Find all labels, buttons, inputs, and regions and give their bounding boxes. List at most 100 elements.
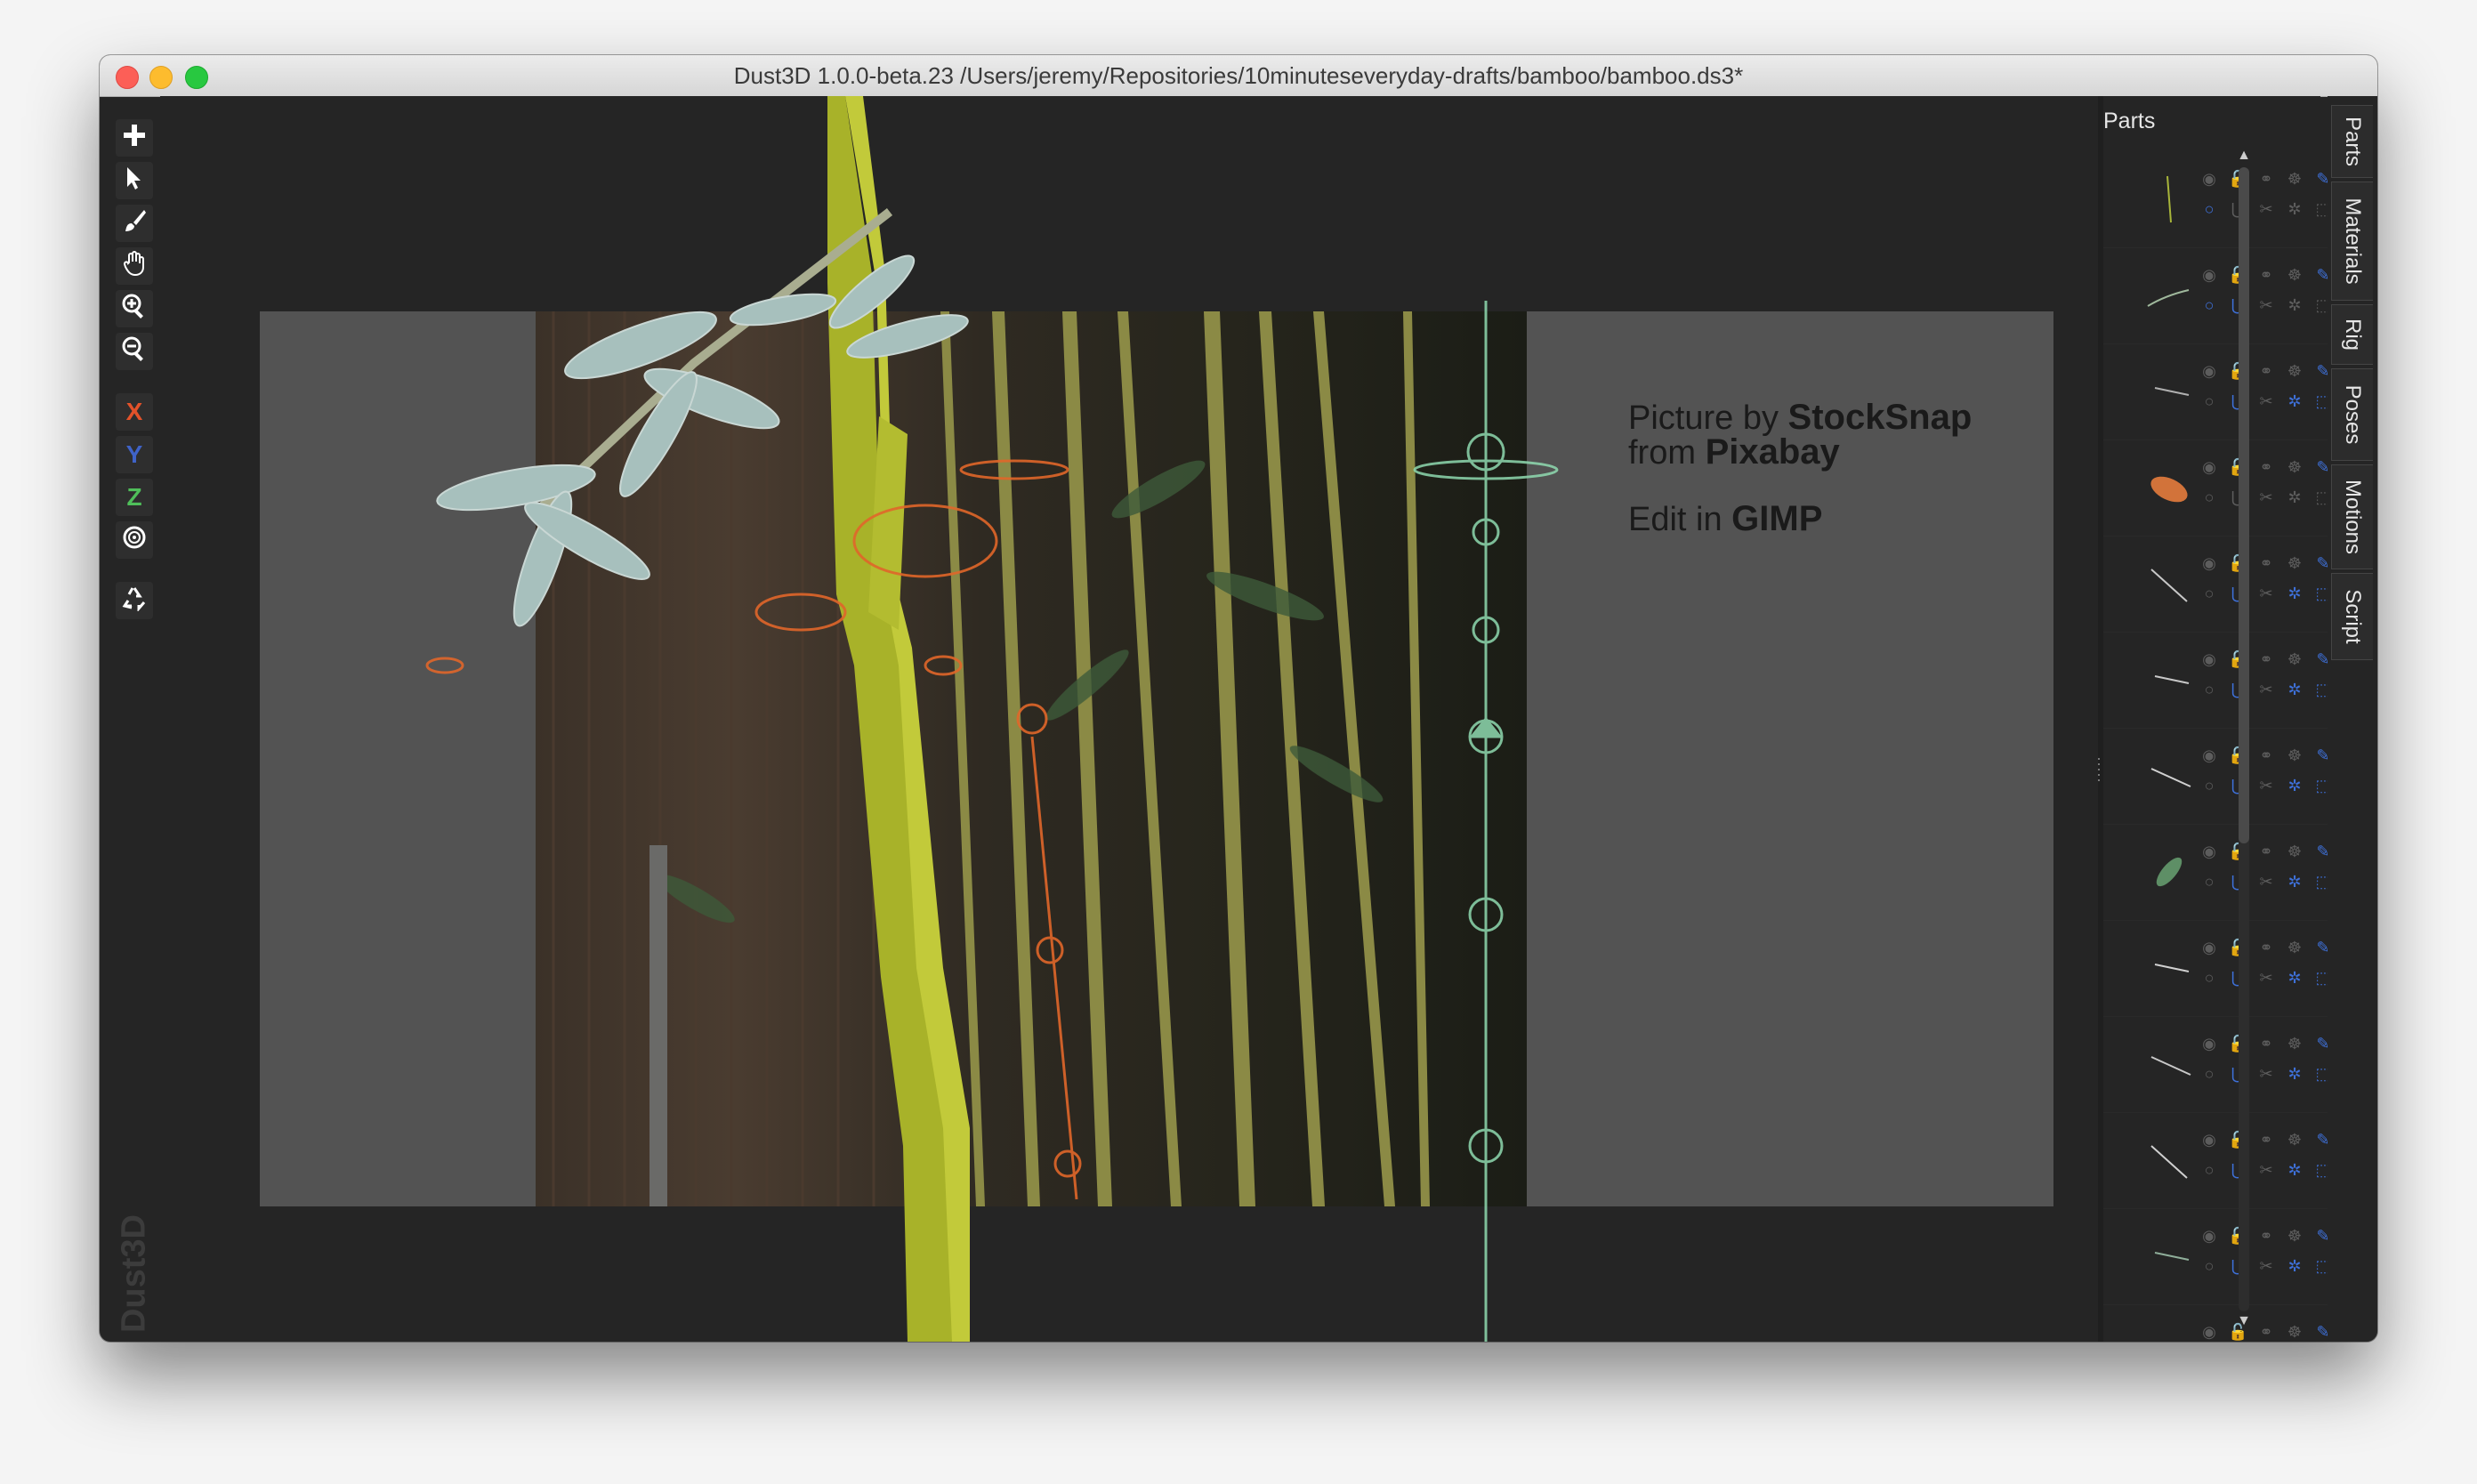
xmirror-circle-icon[interactable]: ○ <box>2199 1256 2219 1276</box>
deform-icon[interactable]: ☸ <box>2285 361 2304 381</box>
visibility-eye-icon[interactable]: ◉ <box>2199 938 2219 957</box>
rotate-gear-icon[interactable]: ✲ <box>2285 1256 2304 1276</box>
disable-scissors-icon[interactable]: ✂ <box>2256 776 2276 795</box>
rotate-gear-icon[interactable]: ✲ <box>2285 391 2304 411</box>
link-icon[interactable]: ⚭ <box>2256 649 2276 669</box>
xmirror-circle-icon[interactable]: ○ <box>2199 776 2219 795</box>
zoom-out-tool-button[interactable] <box>116 333 153 370</box>
xmirror-circle-icon[interactable]: ○ <box>2199 1160 2219 1180</box>
deform-icon[interactable]: ☸ <box>2285 746 2304 765</box>
link-icon[interactable]: ⚭ <box>2256 1130 2276 1149</box>
part-thumbnail <box>2139 1313 2199 1342</box>
deform-icon[interactable]: ☸ <box>2285 842 2304 861</box>
deform-icon[interactable]: ☸ <box>2285 553 2304 573</box>
disable-scissors-icon[interactable]: ✂ <box>2256 1064 2276 1084</box>
link-icon[interactable]: ⚭ <box>2256 361 2276 381</box>
zoom-in-tool-button[interactable] <box>116 290 153 327</box>
axis-z-toggle[interactable]: Z <box>116 479 153 516</box>
scroll-down-arrow-icon[interactable]: ▼ <box>2235 1313 2253 1329</box>
parts-scrollbar[interactable]: ▲ ▼ <box>2235 148 2253 1331</box>
xmirror-circle-icon[interactable]: ○ <box>2199 488 2219 507</box>
disable-scissors-icon[interactable]: ✂ <box>2256 680 2276 699</box>
scroll-up-arrow-icon[interactable]: ▲ <box>2235 148 2253 164</box>
disable-scissors-icon[interactable]: ✂ <box>2256 199 2276 219</box>
xmirror-circle-icon[interactable]: ○ <box>2199 295 2219 315</box>
rotate-gear-icon[interactable]: ✲ <box>2285 199 2304 219</box>
tab-script[interactable]: Script <box>2331 573 2373 660</box>
deform-icon[interactable]: ☸ <box>2285 457 2304 477</box>
drag-tool-button[interactable] <box>116 247 153 285</box>
tab-rig[interactable]: Rig <box>2331 304 2373 365</box>
rotate-gear-icon[interactable]: ✲ <box>2285 968 2304 988</box>
disable-scissors-icon[interactable]: ✂ <box>2256 391 2276 411</box>
part-thumbnail <box>2154 964 2190 972</box>
select-tool-button[interactable] <box>116 162 153 199</box>
xmirror-circle-icon[interactable]: ○ <box>2199 1064 2219 1084</box>
xmirror-circle-icon[interactable]: ○ <box>2199 872 2219 891</box>
deform-icon[interactable]: ☸ <box>2285 1322 2304 1342</box>
link-icon[interactable]: ⚭ <box>2256 457 2276 477</box>
tab-materials[interactable]: Materials <box>2331 181 2373 301</box>
link-icon[interactable]: ⚭ <box>2256 265 2276 285</box>
deform-icon[interactable]: ☸ <box>2285 1130 2304 1149</box>
regenerate-button[interactable] <box>116 582 153 619</box>
rotate-gear-icon[interactable]: ✲ <box>2285 295 2304 315</box>
visibility-eye-icon[interactable]: ◉ <box>2199 1226 2219 1246</box>
visibility-eye-icon[interactable]: ◉ <box>2199 746 2219 765</box>
add-tool-button[interactable] <box>116 119 153 157</box>
xmirror-circle-icon[interactable]: ○ <box>2199 391 2219 411</box>
rotate-gear-icon[interactable]: ✲ <box>2285 488 2304 507</box>
xmirror-circle-icon[interactable]: ○ <box>2199 680 2219 699</box>
visibility-eye-icon[interactable]: ◉ <box>2199 1130 2219 1149</box>
tab-parts[interactable]: Parts <box>2331 105 2373 178</box>
rotate-gear-icon[interactable]: ✲ <box>2285 1160 2304 1180</box>
visibility-eye-icon[interactable]: ◉ <box>2199 649 2219 669</box>
visibility-eye-icon[interactable]: ◉ <box>2199 842 2219 861</box>
radial-mode-button[interactable] <box>116 521 153 559</box>
rotate-gear-icon[interactable]: ✲ <box>2285 872 2304 891</box>
visibility-eye-icon[interactable]: ◉ <box>2199 553 2219 573</box>
deform-icon[interactable]: ☸ <box>2285 1226 2304 1246</box>
visibility-eye-icon[interactable]: ◉ <box>2199 265 2219 285</box>
deform-icon[interactable]: ☸ <box>2285 938 2304 957</box>
disable-scissors-icon[interactable]: ✂ <box>2256 872 2276 891</box>
xmirror-circle-icon[interactable]: ○ <box>2199 584 2219 603</box>
disable-scissors-icon[interactable]: ✂ <box>2256 1160 2276 1180</box>
scroll-thumb[interactable] <box>2239 167 2249 843</box>
axis-x-toggle[interactable]: X <box>116 393 153 431</box>
model-viewport[interactable]: Picture by StockSnap from Pixabay Edit i… <box>160 96 2098 1342</box>
visibility-eye-icon[interactable]: ◉ <box>2199 1322 2219 1342</box>
link-icon[interactable]: ⚭ <box>2256 938 2276 957</box>
deform-icon[interactable]: ☸ <box>2285 265 2304 285</box>
disable-scissors-icon[interactable]: ✂ <box>2256 488 2276 507</box>
link-icon[interactable]: ⚭ <box>2256 746 2276 765</box>
tab-poses[interactable]: Poses <box>2331 368 2373 461</box>
rotate-gear-icon[interactable]: ✲ <box>2285 776 2304 795</box>
link-icon[interactable]: ⚭ <box>2256 169 2276 189</box>
title-bar[interactable]: Dust3D 1.0.0-beta.23 /Users/jeremy/Repos… <box>100 55 2377 97</box>
link-icon[interactable]: ⚭ <box>2256 1226 2276 1246</box>
disable-scissors-icon[interactable]: ✂ <box>2256 968 2276 988</box>
disable-scissors-icon[interactable]: ✂ <box>2256 1256 2276 1276</box>
paint-tool-button[interactable] <box>116 205 153 242</box>
xmirror-circle-icon[interactable]: ○ <box>2199 968 2219 988</box>
xmirror-circle-icon[interactable]: ○ <box>2199 199 2219 219</box>
deform-icon[interactable]: ☸ <box>2285 169 2304 189</box>
visibility-eye-icon[interactable]: ◉ <box>2199 457 2219 477</box>
disable-scissors-icon[interactable]: ✂ <box>2256 584 2276 603</box>
link-icon[interactable]: ⚭ <box>2256 842 2276 861</box>
deform-icon[interactable]: ☸ <box>2285 1034 2304 1053</box>
link-icon[interactable]: ⚭ <box>2256 1034 2276 1053</box>
deform-icon[interactable]: ☸ <box>2285 649 2304 669</box>
rotate-gear-icon[interactable]: ✲ <box>2285 680 2304 699</box>
visibility-eye-icon[interactable]: ◉ <box>2199 1034 2219 1053</box>
axis-y-toggle[interactable]: Y <box>116 436 153 473</box>
link-icon[interactable]: ⚭ <box>2256 1322 2276 1342</box>
visibility-eye-icon[interactable]: ◉ <box>2199 169 2219 189</box>
rotate-gear-icon[interactable]: ✲ <box>2285 1064 2304 1084</box>
rotate-gear-icon[interactable]: ✲ <box>2285 584 2304 603</box>
visibility-eye-icon[interactable]: ◉ <box>2199 361 2219 381</box>
disable-scissors-icon[interactable]: ✂ <box>2256 295 2276 315</box>
tab-motions[interactable]: Motions <box>2331 464 2373 569</box>
link-icon[interactable]: ⚭ <box>2256 553 2276 573</box>
